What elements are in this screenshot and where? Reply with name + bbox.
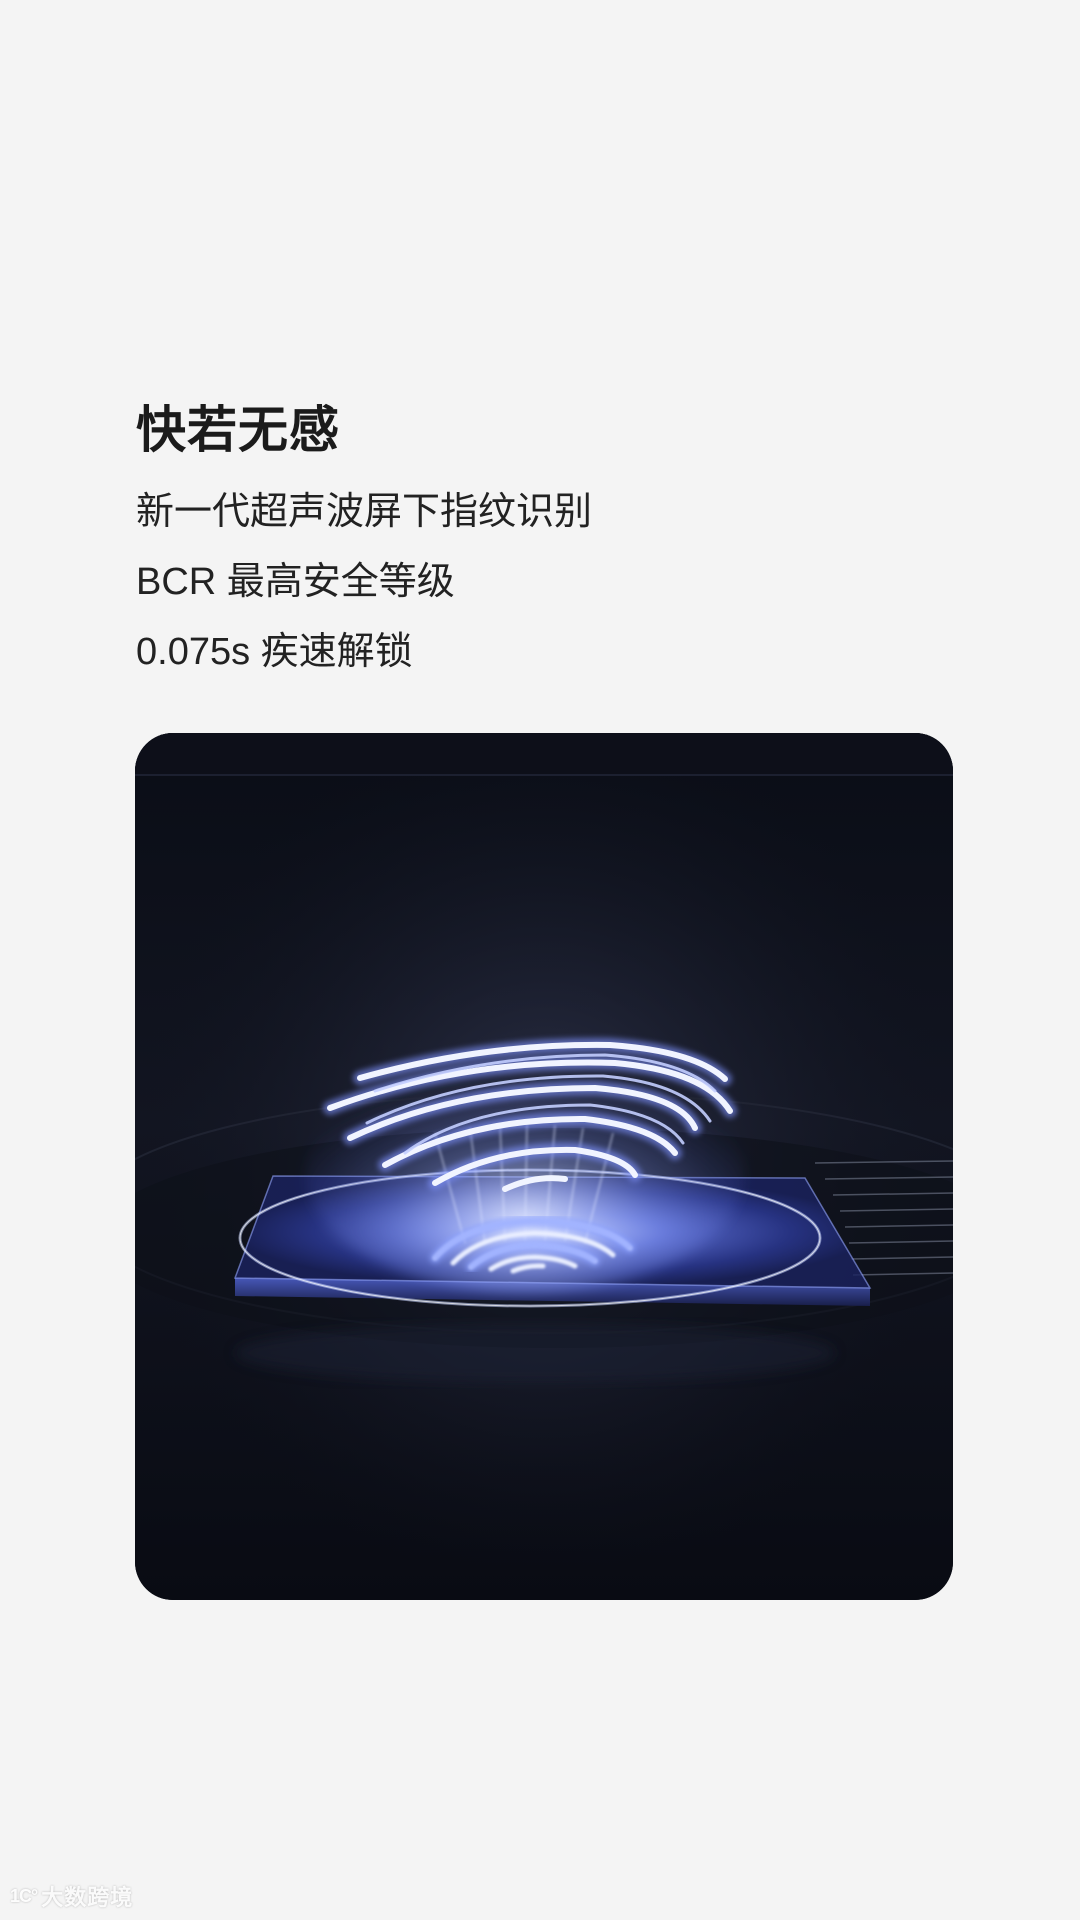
feature-line-unlock-speed: 0.075s 疾速解锁 xyxy=(136,631,413,673)
feature-line-ultrasonic: 新一代超声波屏下指纹识别 xyxy=(136,491,593,533)
watermark: 1С° 大数跨境 xyxy=(10,1880,133,1912)
page: 快若无感 新一代超声波屏下指纹识别 BCR 最高安全等级 0.075s 疾速解锁 xyxy=(0,0,1080,1920)
watermark-logo: 1С° xyxy=(10,1885,38,1906)
feature-text-block: 快若无感 新一代超声波屏下指纹识别 BCR 最高安全等级 0.075s 疾速解锁 xyxy=(136,395,592,687)
watermark-text: 大数跨境 xyxy=(41,1885,134,1910)
feature-line-security: BCR 最高安全等级 xyxy=(136,561,455,603)
headline: 快若无感 xyxy=(136,402,340,458)
fingerprint-sensor-image xyxy=(135,733,953,1600)
